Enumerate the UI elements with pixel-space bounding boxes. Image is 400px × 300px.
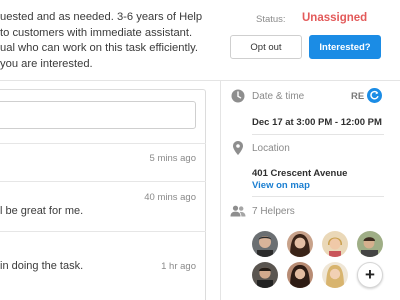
description-line: to customers with immediate assistant.: [0, 26, 193, 39]
helper-avatar[interactable]: [322, 231, 348, 257]
status-badge: Unassigned: [302, 12, 368, 24]
add-helper-button[interactable]: +: [357, 262, 383, 288]
header-divider: [0, 80, 400, 81]
avatar-image: [357, 231, 383, 257]
comment-text: l be great for me.: [0, 205, 84, 217]
helper-avatar[interactable]: [252, 262, 278, 288]
avatar-image: [287, 262, 313, 288]
refresh-button[interactable]: [367, 88, 382, 103]
comment-input[interactable]: [0, 101, 196, 129]
avatar-image: [252, 231, 278, 257]
people-icon: [230, 205, 246, 217]
description-line: uested and as needed. 3-6 years of Help: [0, 11, 203, 23]
comment-time: 1 hr ago: [161, 261, 196, 272]
helper-avatar[interactable]: [322, 262, 348, 288]
avatar-image: [322, 231, 348, 257]
divider: [252, 134, 384, 135]
location-pin-icon: [233, 141, 243, 155]
comment-row: l be great for me. 40 mins ago: [0, 181, 206, 231]
helpers-label: 7 Helpers: [252, 206, 295, 217]
description-line: ual who can work on this task efficientl…: [0, 42, 198, 54]
avatar-image: [252, 262, 278, 288]
description-line: you are interested.: [0, 57, 93, 70]
column-divider: [220, 81, 221, 300]
avatar-image: [322, 262, 348, 288]
helper-avatar[interactable]: [287, 231, 313, 257]
divider: [252, 196, 384, 197]
task-description: uested and as needed. 3-6 years of Help …: [0, 10, 214, 72]
comment-time: 5 mins ago: [149, 153, 196, 164]
avatar-image: [287, 231, 313, 257]
task-address: 401 Crescent Avenue: [252, 168, 348, 179]
comment-time: 40 mins ago: [144, 192, 196, 203]
opt-out-button[interactable]: Opt out: [230, 35, 302, 59]
helper-avatar[interactable]: [287, 262, 313, 288]
date-time-label: Date & time: [252, 91, 305, 102]
interested-button[interactable]: Interested?: [309, 35, 381, 59]
refresh-icon: [370, 90, 379, 100]
comment-row: 5 mins ago: [0, 143, 206, 181]
recurring-label: RE: [351, 91, 365, 102]
helper-avatar[interactable]: [252, 231, 278, 257]
comment-row: in doing the task. 1 hr ago: [0, 231, 206, 300]
view-on-map-link[interactable]: View on map: [252, 180, 310, 191]
task-datetime: Dec 17 at 3:00 PM - 12:00 PM: [252, 117, 382, 128]
clock-icon: [231, 89, 245, 103]
helper-avatar[interactable]: [357, 231, 383, 257]
comment-text: in doing the task.: [0, 260, 84, 272]
status-label: Status:: [256, 14, 286, 25]
plus-icon: +: [365, 265, 375, 284]
location-label: Location: [252, 143, 290, 154]
